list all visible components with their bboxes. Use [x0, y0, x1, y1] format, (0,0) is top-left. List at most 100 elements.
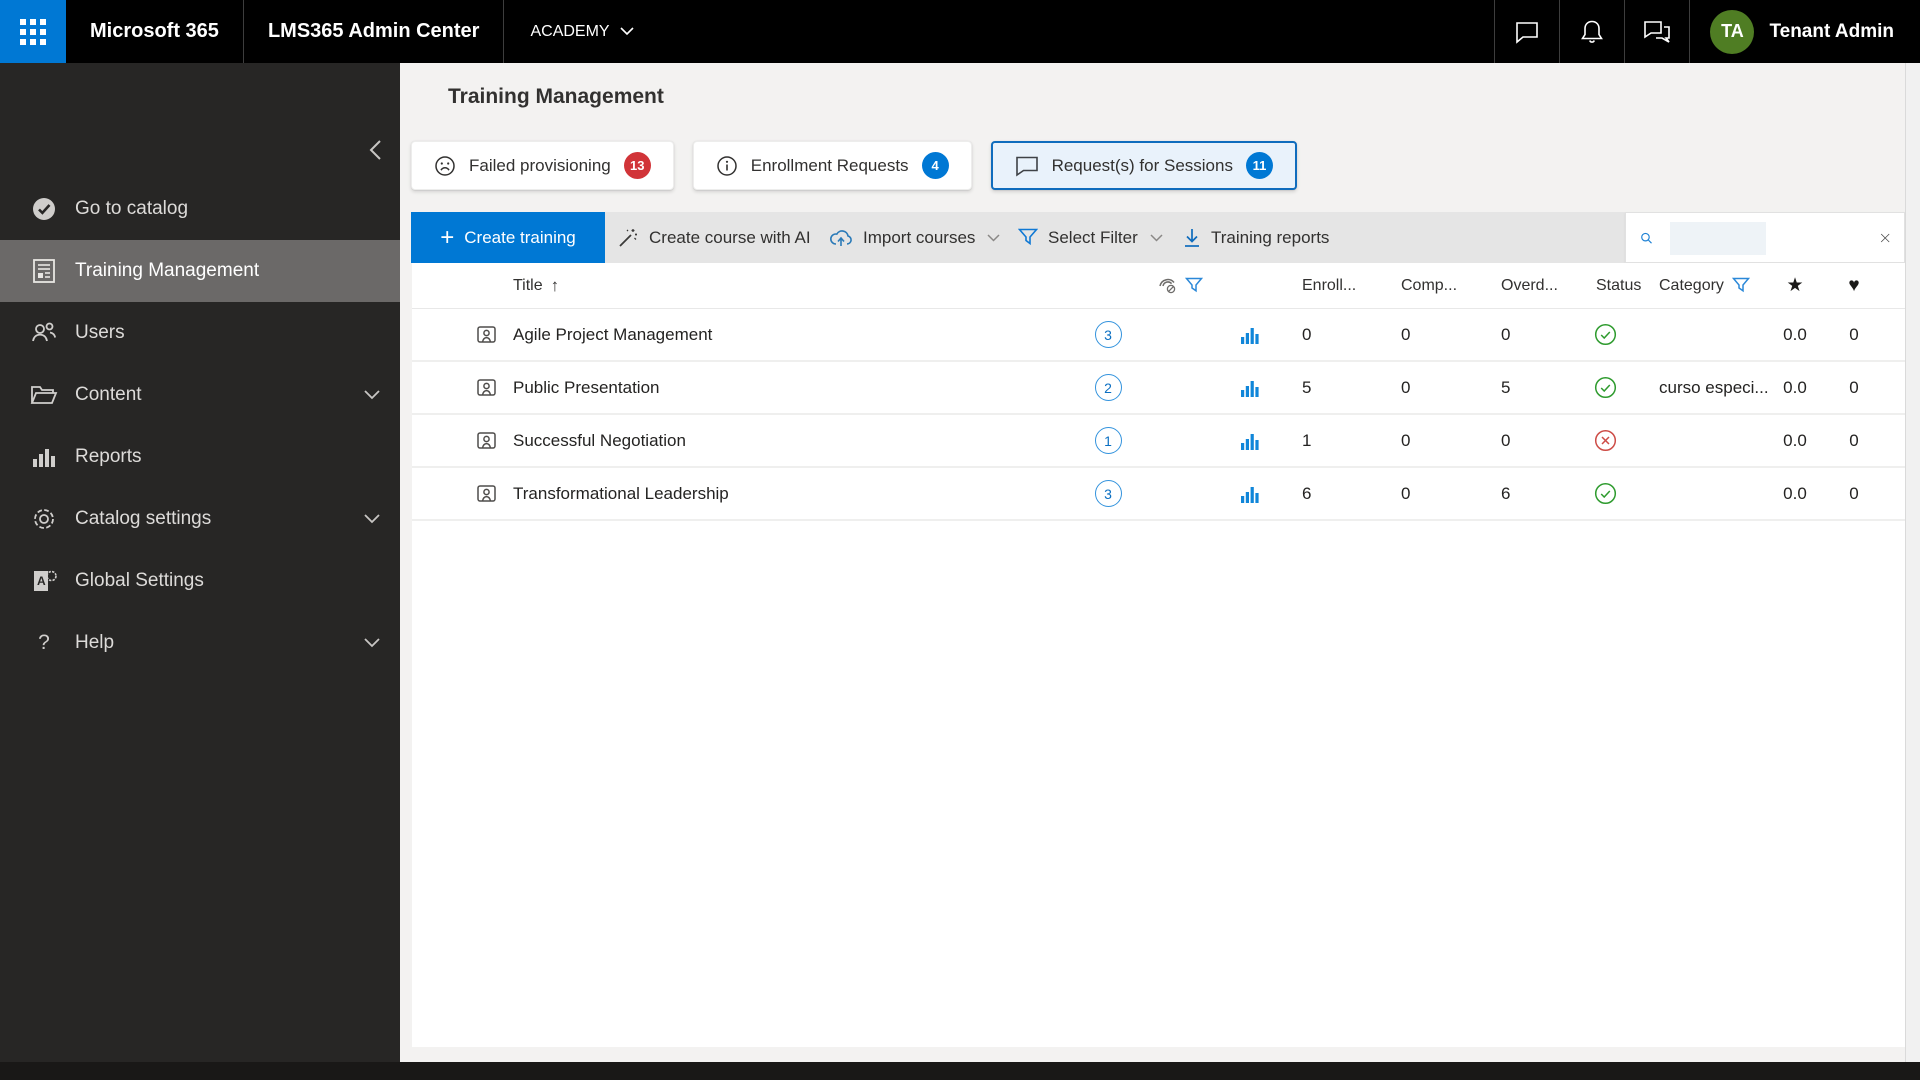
sidebar-item-content[interactable]: Content	[0, 364, 400, 426]
status-failed-icon	[1594, 429, 1617, 452]
tab-count-badge: 4	[921, 152, 949, 179]
column-header-enrolled[interactable]: Enroll...	[1302, 263, 1356, 308]
sort-ascending-icon: ↑	[550, 275, 560, 295]
completed-count: 0	[1401, 430, 1411, 450]
chat-bubble-icon	[1015, 156, 1038, 177]
create-training-label: Create training	[464, 227, 576, 247]
training-title-link[interactable]: Agile Project Management	[513, 309, 712, 360]
statistics-icon[interactable]	[1238, 468, 1262, 519]
table-row[interactable]: Agile Project Management 3 0 0 0 0.0 0	[412, 309, 1905, 362]
training-reports-button[interactable]: Training reports	[1183, 212, 1329, 263]
training-title-link[interactable]: Public Presentation	[513, 362, 659, 413]
sessions-count-badge[interactable]: 3	[1094, 480, 1122, 507]
sidebar-item-label: Go to catalog	[75, 198, 189, 219]
notifications-button[interactable]	[1560, 0, 1624, 63]
sessions-count-badge[interactable]: 1	[1094, 427, 1122, 454]
rating-value: 0.0	[1783, 377, 1807, 397]
feedback-icon	[1644, 20, 1671, 43]
create-course-ai-label: Create course with AI	[649, 227, 811, 247]
tab-requests-for-sessions[interactable]: Request(s) for Sessions 11	[990, 141, 1297, 190]
bar-chart-icon	[30, 445, 58, 469]
sidebar-item-users[interactable]: Users	[0, 302, 400, 364]
sidebar-item-label: Training Management	[75, 260, 260, 281]
column-header-overdue[interactable]: Overd...	[1501, 263, 1558, 308]
tenant-menu[interactable]: ACADEMY	[504, 0, 659, 63]
sidebar-collapse-button[interactable]	[365, 135, 386, 165]
course-badge-icon	[476, 362, 497, 413]
cloud-upload-icon	[830, 229, 852, 246]
tab-count-badge: 11	[1245, 152, 1273, 179]
app-title[interactable]: LMS365 Admin Center	[244, 0, 504, 63]
column-header-title[interactable]: Title ↑	[513, 263, 559, 308]
tab-count-badge: 13	[623, 152, 651, 179]
chevron-down-icon	[620, 27, 634, 36]
visibility-off-icon[interactable]	[1158, 276, 1178, 295]
question-mark-icon: ?	[38, 631, 50, 654]
completed-count: 0	[1401, 483, 1411, 503]
course-badge-icon	[476, 415, 497, 466]
chevron-down-icon	[1150, 233, 1163, 242]
table-row[interactable]: Transformational Leadership 3 6 0 6 0.0 …	[412, 468, 1905, 521]
sessions-filter-icon[interactable]	[1185, 277, 1203, 294]
product-name[interactable]: Microsoft 365	[66, 0, 243, 63]
feedback-button[interactable]	[1625, 0, 1689, 63]
tab-enrollment-requests[interactable]: Enrollment Requests 4	[692, 141, 972, 190]
column-header-status[interactable]: Status	[1596, 263, 1641, 308]
search-box	[1625, 212, 1905, 263]
select-filter-button[interactable]: Select Filter	[1018, 212, 1163, 263]
statistics-icon[interactable]	[1238, 415, 1262, 466]
star-icon[interactable]: ★	[1786, 274, 1803, 297]
sidebar-item-go-to-catalog[interactable]: Go to catalog	[0, 178, 400, 240]
training-document-icon	[30, 258, 58, 284]
app-launcher-button[interactable]	[0, 0, 66, 63]
status-badge	[1594, 415, 1617, 466]
gear-icon	[30, 506, 58, 532]
sidebar-item-global-settings[interactable]: A Global Settings	[0, 550, 400, 612]
category-value	[1659, 468, 1777, 519]
sidebar-item-label: Help	[75, 632, 115, 653]
filter-icon	[1018, 228, 1038, 246]
sidebar-item-reports[interactable]: Reports	[0, 426, 400, 488]
sessions-count-badge[interactable]: 2	[1094, 374, 1122, 401]
rating-value: 0.0	[1783, 430, 1807, 450]
sidebar-item-label: Users	[75, 322, 125, 343]
create-training-button[interactable]: + Create training	[411, 212, 605, 263]
category-filter-icon[interactable]	[1731, 277, 1750, 294]
sidebar-item-training-management[interactable]: Training Management	[0, 240, 400, 302]
sidebar-item-label: Reports	[75, 446, 142, 467]
column-header-completed[interactable]: Comp...	[1401, 263, 1457, 308]
column-header-category[interactable]: Category	[1659, 263, 1750, 308]
chevron-down-icon	[987, 233, 1000, 242]
bottom-bar	[0, 1062, 1920, 1080]
sidebar-item-help[interactable]: ? Help	[0, 612, 400, 674]
sidebar-item-catalog-settings[interactable]: Catalog settings	[0, 488, 400, 550]
account-menu[interactable]: TA Tenant Admin	[1690, 0, 1920, 63]
search-input[interactable]	[1662, 228, 1870, 247]
table-row[interactable]: Public Presentation 2 5 0 5 curso especi…	[412, 362, 1905, 415]
sad-face-icon	[435, 155, 455, 176]
enrolled-count: 5	[1302, 377, 1312, 397]
table-row[interactable]: Successful Negotiation 1 1 0 0 0.0 0	[412, 415, 1905, 468]
vertical-scrollbar[interactable]	[1905, 63, 1920, 1062]
completed-count: 0	[1401, 377, 1411, 397]
import-courses-button[interactable]: Import courses	[829, 212, 1000, 263]
course-badge-icon	[476, 468, 497, 519]
folder-icon	[30, 383, 58, 407]
category-value	[1659, 309, 1777, 360]
sessions-count-badge[interactable]: 3	[1094, 321, 1122, 348]
statistics-icon[interactable]	[1238, 362, 1262, 413]
chat-button[interactable]	[1495, 0, 1559, 63]
heart-icon[interactable]: ♥	[1848, 275, 1859, 297]
tab-failed-provisioning[interactable]: Failed provisioning 13	[411, 141, 674, 190]
statistics-icon[interactable]	[1238, 309, 1262, 360]
enrolled-count: 0	[1302, 324, 1312, 344]
tab-label: Request(s) for Sessions	[1051, 155, 1233, 175]
course-badge-icon	[476, 309, 497, 360]
training-title-link[interactable]: Transformational Leadership	[513, 468, 729, 519]
training-reports-label: Training reports	[1211, 227, 1330, 247]
clear-search-icon[interactable]	[1880, 229, 1890, 247]
status-badge	[1594, 468, 1617, 519]
training-title-link[interactable]: Successful Negotiation	[513, 415, 686, 466]
category-value: curso especi...	[1659, 377, 1769, 397]
create-course-with-ai-button[interactable]: Create course with AI	[617, 212, 811, 263]
